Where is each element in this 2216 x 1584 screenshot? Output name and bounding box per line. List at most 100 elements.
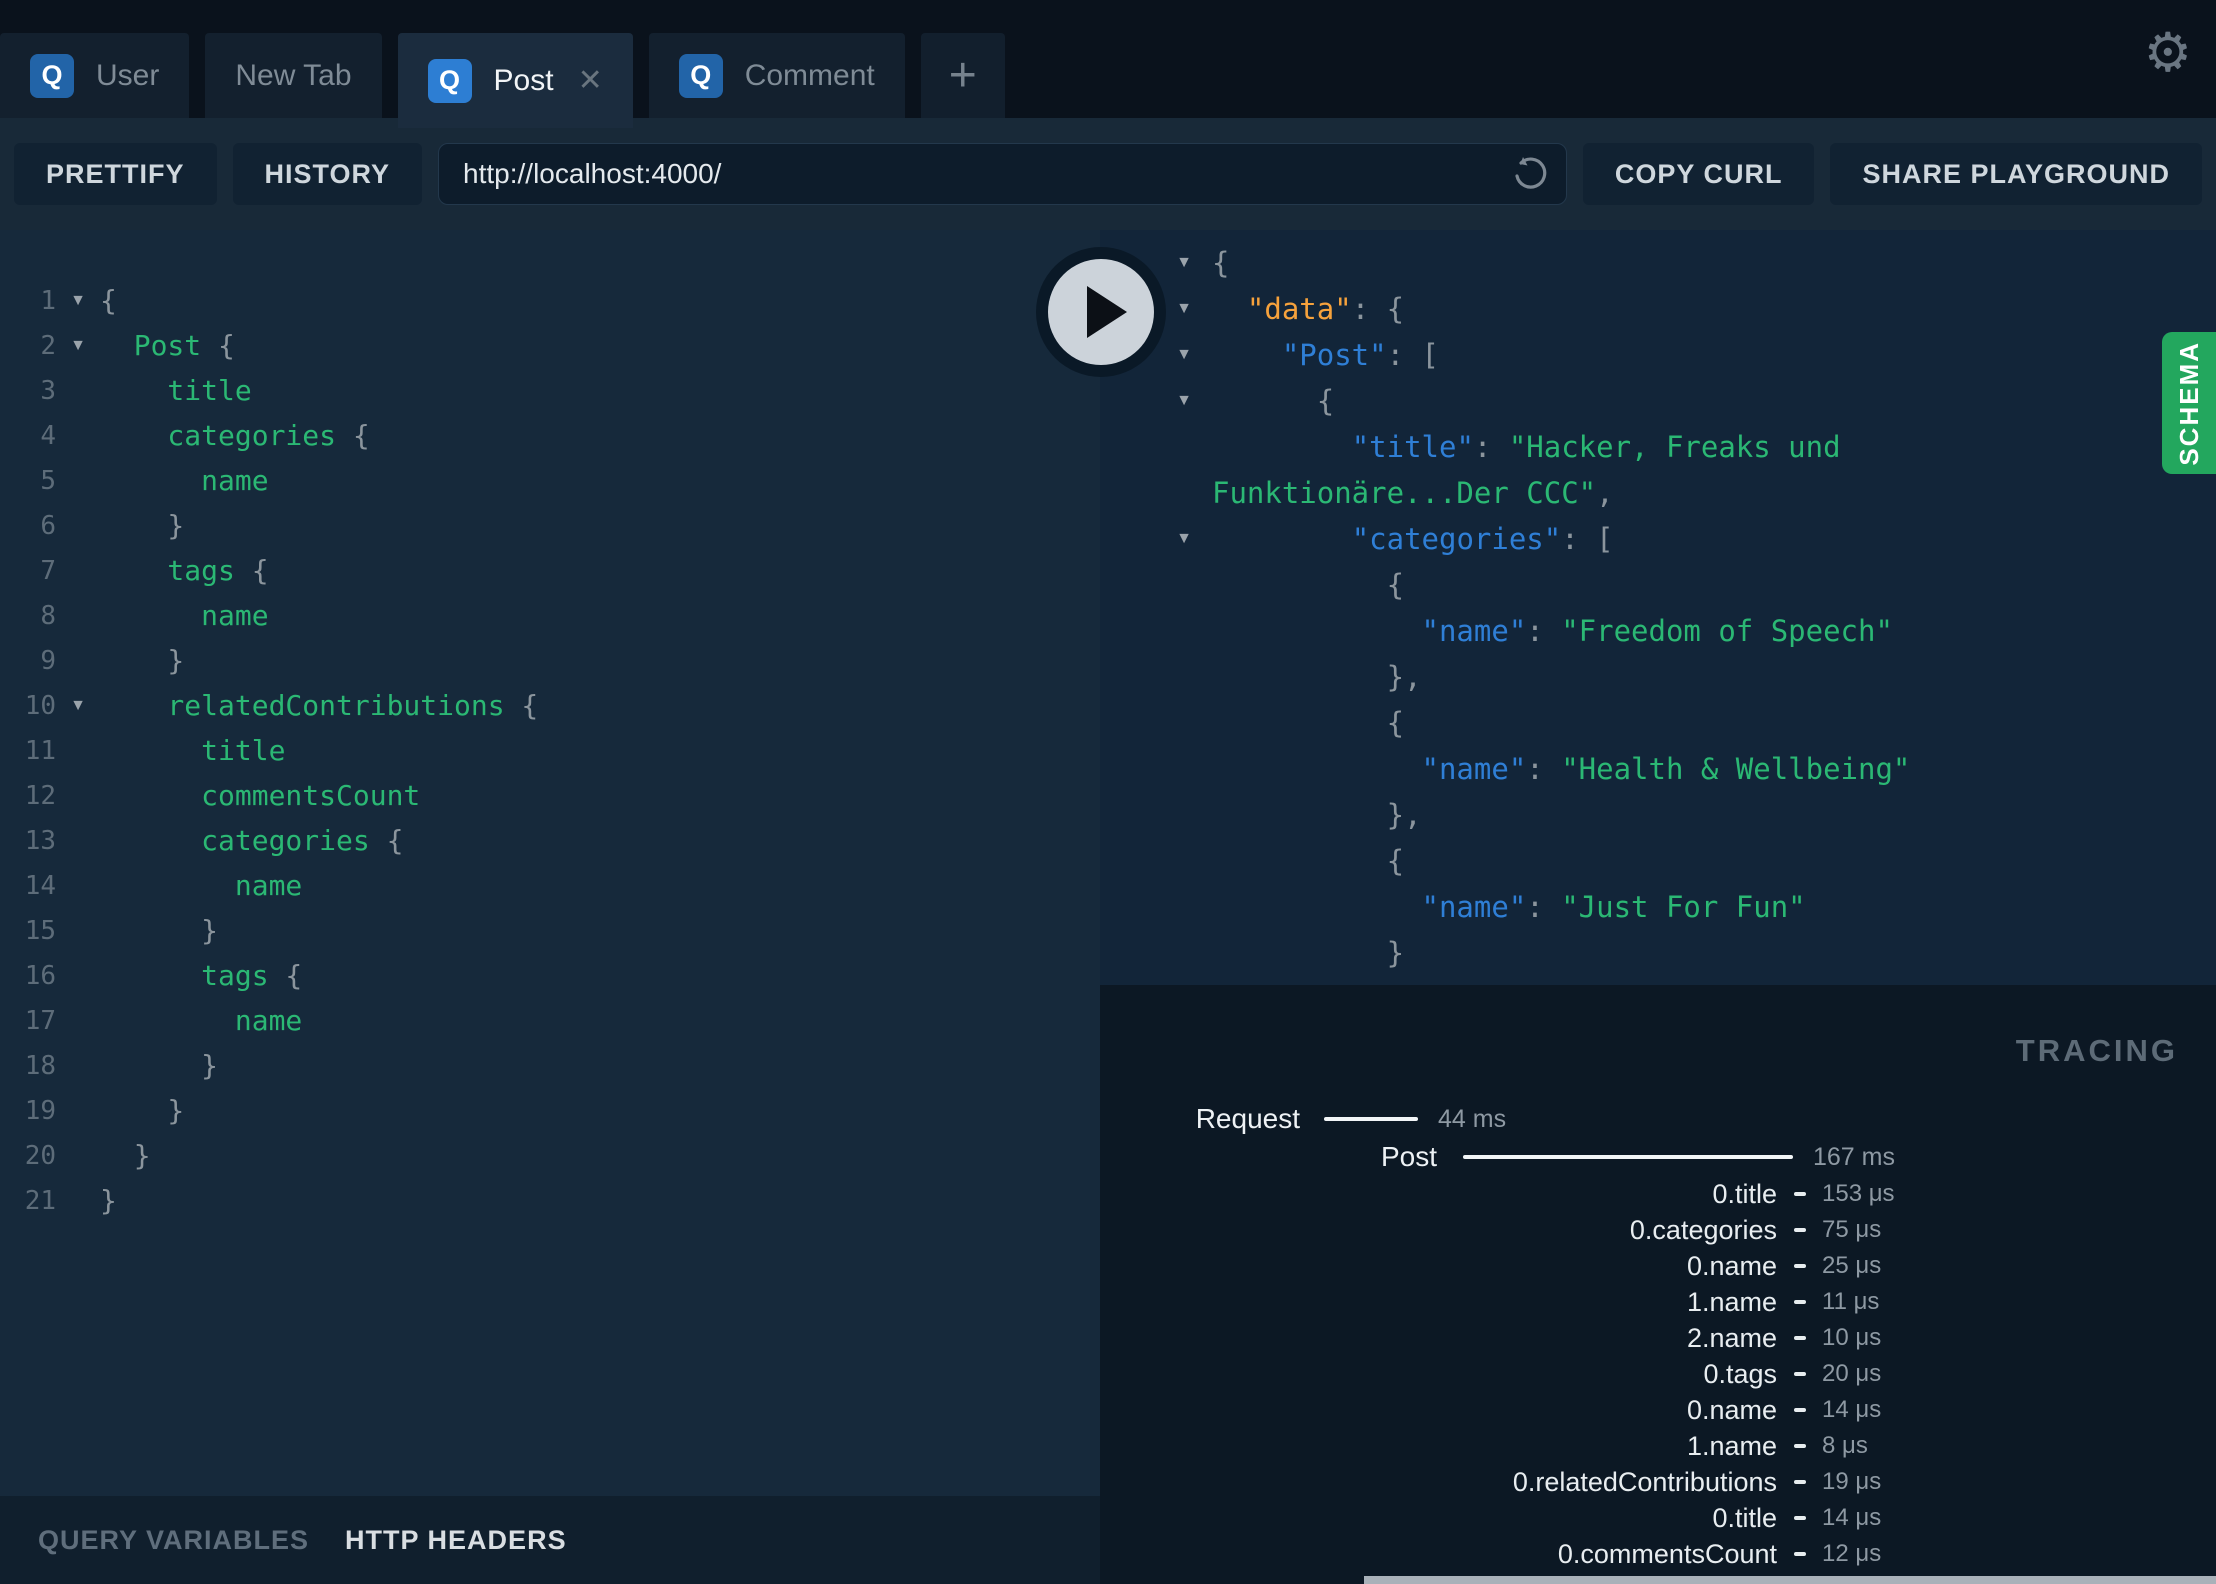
code-line: } bbox=[100, 1178, 117, 1223]
trace-label: Post bbox=[1380, 1141, 1437, 1172]
endpoint-url-input[interactable] bbox=[439, 158, 1566, 190]
line-number: 7 bbox=[40, 555, 56, 586]
tab-new-tab[interactable]: New Tab bbox=[205, 33, 382, 118]
trace-field-row: 0.commentsCount 12 μs bbox=[1100, 1536, 2216, 1572]
editor-line[interactable]: 3 title bbox=[0, 368, 1100, 413]
code-token: tags bbox=[100, 959, 269, 992]
trace-field-label: 2.name bbox=[1686, 1322, 1777, 1353]
json-line: "categories": [ bbox=[1212, 516, 2216, 562]
code-token: "Just For Fun" bbox=[1561, 890, 1806, 924]
trace-field-row: 0.categories 75 μs bbox=[1100, 1212, 2216, 1248]
new-tab-button[interactable]: + bbox=[920, 33, 1005, 118]
copy-curl-button[interactable]: COPY CURL bbox=[1582, 143, 1815, 205]
editor-line[interactable]: 17 name bbox=[0, 998, 1100, 1043]
json-line: { bbox=[1212, 838, 2216, 884]
code-token: } bbox=[100, 509, 185, 542]
trace-dash bbox=[1793, 1552, 1806, 1556]
code-token: "name" bbox=[1212, 890, 1527, 924]
tab-label: New Tab bbox=[235, 58, 352, 92]
code-token: name bbox=[100, 464, 269, 497]
code-line: } bbox=[100, 503, 184, 548]
editor-line[interactable]: 10 ▼ relatedContributions { bbox=[0, 683, 1100, 728]
json-line: ] bbox=[1212, 976, 2216, 985]
editor-line[interactable]: 18 } bbox=[0, 1043, 1100, 1088]
fold-arrow-icon[interactable]: ▼ bbox=[1100, 516, 1212, 562]
editor-line[interactable]: 19 } bbox=[0, 1088, 1100, 1133]
trace-field-row: 0.name 25 μs bbox=[1100, 1248, 2216, 1284]
close-icon[interactable]: ✕ bbox=[578, 65, 603, 96]
tab-user[interactable]: Q User bbox=[0, 33, 190, 118]
code-token: name bbox=[100, 1004, 303, 1037]
fold-arrow-icon[interactable]: ▼ bbox=[56, 697, 100, 715]
editor-line[interactable]: 21} bbox=[0, 1178, 1100, 1223]
editor-line[interactable]: 9 } bbox=[0, 638, 1100, 683]
response-line: "name": "Freedom of Speech" bbox=[1100, 608, 2216, 654]
editor-line[interactable]: 11 title bbox=[0, 728, 1100, 773]
trace-field-time: 25 μs bbox=[1822, 1252, 1882, 1279]
code-line: title bbox=[100, 728, 285, 773]
editor-line[interactable]: 7 tags { bbox=[0, 548, 1100, 593]
code-token: { bbox=[234, 554, 269, 587]
settings-gear-icon[interactable]: ⚙ bbox=[2144, 26, 2192, 80]
editor-line[interactable]: 15 } bbox=[0, 908, 1100, 953]
code-token: } bbox=[100, 1094, 185, 1127]
trace-field-label: 0.name bbox=[1686, 1250, 1777, 1281]
http-headers-tab[interactable]: HTTP HEADERS bbox=[345, 1525, 567, 1556]
json-line: }, bbox=[1212, 792, 2216, 838]
editor-line[interactable]: 12 commentsCount bbox=[0, 773, 1100, 818]
code-token: { bbox=[336, 419, 370, 452]
editor-line[interactable]: 1 ▼{ bbox=[0, 278, 1100, 323]
line-number: 9 bbox=[40, 645, 56, 676]
trace-dash bbox=[1793, 1300, 1806, 1304]
execute-query-button[interactable] bbox=[1036, 247, 1166, 377]
fold-arrow-icon[interactable]: ▼ bbox=[56, 292, 100, 310]
editor-line[interactable]: 13 categories { bbox=[0, 818, 1100, 863]
code-token: : bbox=[1473, 430, 1509, 464]
code-token: "categories" bbox=[1212, 522, 1562, 556]
editor-line[interactable]: 14 name bbox=[0, 863, 1100, 908]
line-number: 16 bbox=[24, 960, 56, 991]
trace-field-label: 0.name bbox=[1686, 1394, 1777, 1425]
code-token: } bbox=[100, 644, 185, 677]
response-viewer: ▼{▼ "data": {▼ "Post": [▼ { "title": "Ha… bbox=[1100, 230, 2216, 985]
editor-line[interactable]: 4 categories { bbox=[0, 413, 1100, 458]
query-variables-tab[interactable]: QUERY VARIABLES bbox=[38, 1525, 309, 1556]
tab-comment[interactable]: Q Comment bbox=[648, 33, 905, 118]
json-line: "data": { bbox=[1212, 286, 2216, 332]
response-line: "title": "Hacker, Freaks und Funktionäre… bbox=[1100, 424, 2216, 516]
fold-arrow-icon[interactable]: ▼ bbox=[1100, 378, 1212, 424]
code-token: title bbox=[100, 374, 252, 407]
code-line: relatedContributions { bbox=[100, 683, 538, 728]
tracing-horizontal-scrollbar[interactable] bbox=[1364, 1576, 2216, 1584]
prettify-button[interactable]: PRETTIFY bbox=[14, 143, 217, 205]
editor-footer: QUERY VARIABLES HTTP HEADERS bbox=[0, 1496, 1100, 1584]
share-playground-button[interactable]: SHARE PLAYGROUND bbox=[1830, 143, 2202, 205]
code-token: name bbox=[100, 599, 269, 632]
response-line: }, bbox=[1100, 792, 2216, 838]
trace-dash bbox=[1793, 1228, 1806, 1232]
response-line: { bbox=[1100, 700, 2216, 746]
response-line: ▼ "Post": [ bbox=[1100, 332, 2216, 378]
query-editor[interactable]: 1 ▼{2 ▼ Post {3 title 4 categories {5 name 6… bbox=[0, 230, 1100, 1496]
line-number: 21 bbox=[24, 1185, 56, 1216]
editor-line[interactable]: 2 ▼ Post { bbox=[0, 323, 1100, 368]
editor-line[interactable]: 8 name bbox=[0, 593, 1100, 638]
reload-schema-icon[interactable] bbox=[1508, 154, 1550, 196]
editor-line[interactable]: 5 name bbox=[0, 458, 1100, 503]
schema-tab[interactable]: SCHEMA bbox=[2162, 332, 2216, 474]
tab-post[interactable]: Q Post ✕ bbox=[397, 33, 633, 128]
editor-line[interactable]: 6 } bbox=[0, 503, 1100, 548]
line-number: 4 bbox=[40, 420, 56, 451]
editor-line[interactable]: 20 } bbox=[0, 1133, 1100, 1178]
fold-arrow-icon[interactable]: ▼ bbox=[56, 337, 100, 355]
trace-dash bbox=[1793, 1444, 1806, 1448]
code-token: : bbox=[1526, 890, 1562, 924]
json-line: "Post": [ bbox=[1212, 332, 2216, 378]
trace-field-label: 0.title bbox=[1712, 1502, 1777, 1533]
editor-line[interactable]: 16 tags { bbox=[0, 953, 1100, 998]
code-token: "Health & Wellbeing" bbox=[1561, 752, 1911, 786]
code-line: title bbox=[100, 368, 252, 413]
history-button[interactable]: HISTORY bbox=[232, 143, 423, 205]
code-token: tags bbox=[100, 554, 235, 587]
tracing-panel: TRACING Request 44 ms Post 167 ms 0.titl… bbox=[1100, 985, 2216, 1584]
